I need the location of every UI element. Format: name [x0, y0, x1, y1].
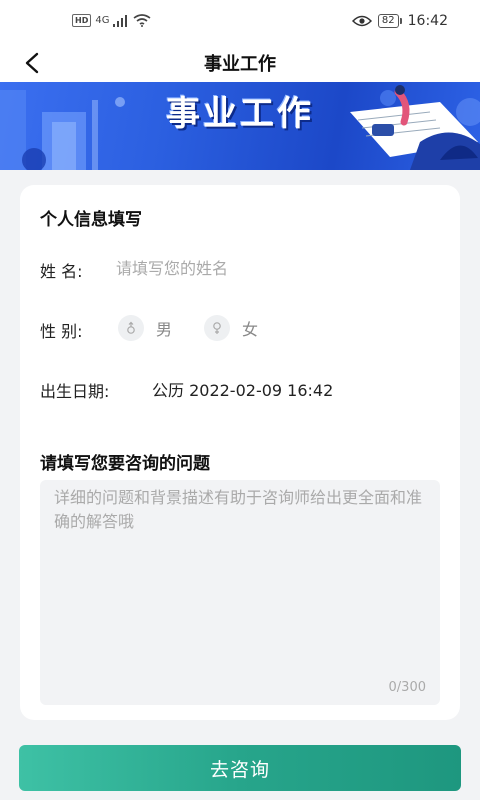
name-label: 姓 名: [40, 262, 83, 281]
female-icon [204, 315, 230, 341]
status-left: HD 4G [72, 14, 151, 27]
info-form-card: 个人信息填写 姓 名: 性 别: 男 女 出生日期: 公历 2022-02-09… [20, 185, 460, 720]
nav-bar: 事业工作 [0, 44, 480, 82]
gender-label-female: 女 [242, 320, 259, 339]
battery-level: 82 [377, 14, 399, 28]
hd-badge: HD [72, 14, 92, 27]
eye-icon [351, 15, 372, 27]
birth-date-label: 出生日期: [40, 382, 110, 401]
status-right: 82 16:42 [351, 13, 448, 29]
battery-icon: 82 [377, 14, 402, 28]
birth-date-picker[interactable]: 公历 2022-02-09 16:42 [152, 377, 333, 401]
gender-label-male: 男 [156, 320, 173, 339]
banner-title: 事业工作 [166, 94, 314, 134]
signal-icon [113, 14, 128, 27]
question-box: 0/300 [40, 480, 440, 705]
gender-option-female[interactable]: 女 [204, 315, 258, 341]
gender-option-male[interactable]: 男 [118, 315, 172, 341]
banner: 事业工作 [0, 82, 480, 170]
wifi-icon [133, 14, 151, 27]
status-time: 16:42 [407, 13, 448, 29]
section-title-personal-info: 个人信息填写 [40, 210, 142, 230]
question-textarea[interactable] [54, 486, 428, 676]
network-type: 4G [95, 15, 110, 26]
name-input[interactable] [116, 253, 436, 283]
male-icon [118, 315, 144, 341]
consult-button[interactable]: 去咨询 [19, 745, 461, 791]
char-count: 0/300 [388, 680, 426, 695]
question-title: 请填写您要咨询的问题 [40, 454, 210, 474]
status-bar: HD 4G 82 16:42 [0, 0, 480, 44]
page-title: 事业工作 [204, 54, 276, 75]
gender-label: 性 别: [40, 322, 83, 341]
